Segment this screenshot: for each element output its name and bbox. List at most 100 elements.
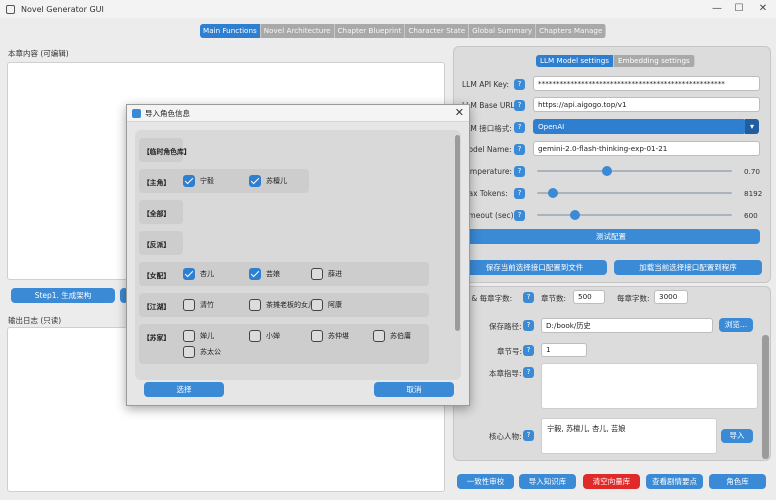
checkbox-checked-icon[interactable] [183, 175, 195, 187]
character-group-label: 【全部】 [143, 210, 171, 218]
help-icon[interactable]: ? [514, 210, 525, 221]
help-icon[interactable]: ? [514, 122, 525, 133]
test-config-button[interactable]: 测试配置 [462, 229, 760, 244]
checkbox-empty-icon[interactable] [311, 330, 323, 342]
chevron-down-icon[interactable]: ▾ [745, 119, 759, 134]
tab-character-state[interactable]: Character State [405, 24, 469, 38]
character-checkbox[interactable]: 小婵 [249, 330, 280, 342]
clear-vector-store-button[interactable]: 清空向量库 [583, 474, 640, 489]
chapter-content-label: 本章内容 (可编辑) [8, 49, 69, 58]
character-checkbox[interactable]: 苏仲堪 [311, 330, 349, 342]
character-checkbox[interactable]: 阿康 [311, 299, 342, 311]
step1-generate-architecture-button[interactable]: Step1. 生成架构 [11, 288, 115, 303]
tab-global-summary[interactable]: Global Summary [469, 24, 536, 38]
help-icon[interactable]: ? [514, 144, 525, 155]
character-checkbox[interactable]: 苏伯庸 [373, 330, 411, 342]
import-knowledge-button[interactable]: 导入知识库 [519, 474, 576, 489]
chapter-number-label: 章节号: [497, 347, 523, 356]
words-per-chapter-input[interactable]: 3000 [654, 290, 688, 304]
character-checkbox[interactable]: 婵儿 [183, 330, 214, 342]
character-library-button[interactable]: 角色库 [709, 474, 766, 489]
character-checkbox[interactable]: 茶摊老板的女儿 [249, 299, 315, 311]
help-icon[interactable]: ? [514, 188, 525, 199]
temperature-value: 0.70 [744, 167, 761, 176]
dialog-scrollbar[interactable] [455, 135, 460, 331]
import-characters-button[interactable]: 导入 [721, 429, 753, 443]
chapter-guide-textarea[interactable] [541, 363, 758, 409]
tab-main-functions[interactable]: Main Functions [200, 24, 260, 38]
character-name: 苏檀儿 [266, 177, 287, 185]
cancel-button[interactable]: 取消 [374, 382, 454, 397]
chapter-guide-label: 本章指导: [489, 369, 522, 378]
chapters-count-input[interactable]: 500 [573, 290, 605, 304]
character-checkbox[interactable]: 薛进 [311, 268, 342, 280]
checkbox-empty-icon[interactable] [373, 330, 385, 342]
save-config-button[interactable]: 保存当前选择接口配置到文件 [462, 260, 607, 275]
tab-llm-model-settings[interactable]: LLM Model settings [536, 55, 614, 67]
character-checkbox[interactable]: 宁毅 [183, 175, 214, 187]
checkbox-empty-icon[interactable] [183, 346, 195, 358]
checkbox-checked-icon[interactable] [183, 268, 195, 280]
character-checkbox[interactable]: 苏太公 [183, 346, 221, 358]
base-url-label: LLM Base URL: [462, 101, 518, 110]
tab-embedding-settings[interactable]: Embedding settings [614, 55, 694, 67]
help-icon[interactable]: ? [523, 345, 534, 356]
character-name: 茶摊老板的女儿 [266, 301, 315, 309]
help-icon[interactable]: ? [523, 292, 534, 303]
checkbox-empty-icon[interactable] [183, 330, 195, 342]
save-path-input[interactable]: D:/book/历史 [541, 318, 713, 333]
max-tokens-slider[interactable] [537, 187, 732, 199]
window-title: Novel Generator GUI [21, 4, 104, 14]
interface-format-select[interactable]: OpenAI [533, 119, 746, 134]
temperature-slider[interactable] [537, 165, 732, 177]
checkbox-empty-icon[interactable] [183, 299, 195, 311]
checkbox-checked-icon[interactable] [249, 175, 261, 187]
help-icon[interactable]: ? [514, 166, 525, 177]
slider-handle[interactable] [570, 210, 580, 220]
character-group-label: 【女配】 [143, 272, 171, 280]
close-icon[interactable]: ✕ [455, 106, 464, 119]
checkbox-empty-icon[interactable] [249, 330, 261, 342]
checkbox-empty-icon[interactable] [311, 299, 323, 311]
character-group-label: 【临时角色库】 [143, 148, 191, 156]
help-icon[interactable]: ? [523, 430, 534, 441]
character-checkbox[interactable]: 杏儿 [183, 268, 214, 280]
slider-handle[interactable] [602, 166, 612, 176]
maximize-button[interactable]: ☐ [728, 2, 750, 16]
consistency-check-button[interactable]: 一致性审校 [457, 474, 514, 489]
checkbox-checked-icon[interactable] [249, 268, 261, 280]
load-config-button[interactable]: 加载当前选择接口配置到程序 [614, 260, 762, 275]
chapter-number-input[interactable]: 1 [541, 343, 587, 357]
api-key-label: LLM API Key: [462, 80, 510, 89]
checkbox-empty-icon[interactable] [311, 268, 323, 280]
character-checkbox[interactable]: 苏檀儿 [249, 175, 287, 187]
checkbox-empty-icon[interactable] [249, 299, 261, 311]
character-name: 小婵 [266, 332, 280, 340]
model-name-input[interactable]: gemini-2.0-flash-thinking-exp-01-21 [533, 141, 760, 156]
timeout-slider[interactable] [537, 209, 732, 221]
view-plot-points-button[interactable]: 查看剧情要点 [646, 474, 703, 489]
help-icon[interactable]: ? [523, 320, 534, 331]
help-icon[interactable]: ? [514, 79, 525, 90]
minimize-button[interactable]: — [706, 2, 728, 16]
api-key-input[interactable]: ****************************************… [533, 76, 760, 91]
character-checkbox[interactable]: 清竹 [183, 299, 214, 311]
base-url-input[interactable]: https://api.aigogo.top/v1 [533, 97, 760, 112]
select-button[interactable]: 选择 [144, 382, 224, 397]
slider-handle[interactable] [548, 188, 558, 198]
character-checkbox[interactable]: 芸娘 [249, 268, 280, 280]
core-characters-label: 核心人物: [489, 432, 522, 441]
close-window-button[interactable]: ✕ [752, 2, 774, 16]
character-name: 苏伯庸 [390, 332, 411, 340]
core-characters-textarea[interactable]: 宁毅, 苏檀儿, 杏儿, 芸娘 [541, 418, 717, 454]
params-scrollbar[interactable] [762, 335, 769, 459]
import-character-dialog: 导入角色信息 ✕ 【临时角色库】 【主角】 宁毅 苏檀儿 【全部】 【反派】 【女配】 杏儿 芸… [126, 104, 470, 406]
tab-novel-architecture[interactable]: Novel Architecture [260, 24, 334, 38]
help-icon[interactable]: ? [523, 367, 534, 378]
tab-chapter-blueprint[interactable]: Chapter Blueprint [334, 24, 405, 38]
help-icon[interactable]: ? [514, 100, 525, 111]
tab-chapters-manage[interactable]: Chapters Manage [536, 24, 606, 38]
chapters-count-label: 章节数: [541, 294, 567, 303]
browse-button[interactable]: 浏览... [719, 318, 753, 332]
dialog-title: 导入角色信息 [145, 109, 190, 118]
